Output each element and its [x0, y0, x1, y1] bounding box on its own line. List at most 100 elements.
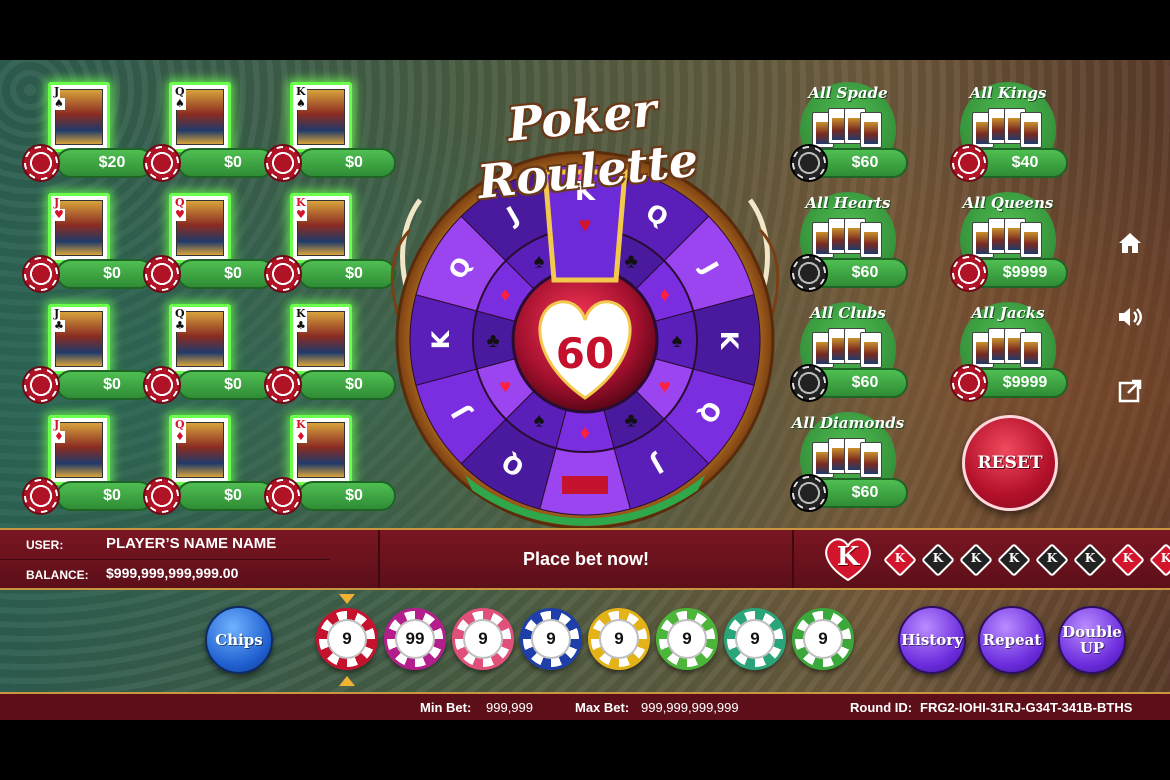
bet-chip-icon — [22, 366, 60, 404]
double-up-button[interactable]: Double UP — [1058, 606, 1126, 674]
double-up-label-line1: Double — [1062, 623, 1122, 641]
face-card[interactable]: J ♣ — [48, 304, 110, 374]
sound-icon[interactable] — [1112, 299, 1148, 335]
face-card[interactable]: Q ♥ — [169, 193, 231, 263]
balance-value: $999,999,999,999.00 — [106, 565, 239, 581]
wheel-suit-icon: ♠ — [534, 250, 545, 272]
chip-value: 9 — [803, 619, 843, 659]
face-card[interactable]: K ♦ — [290, 415, 352, 485]
chip-tray: Chips 9 99 9 9 9 9 9 9 History Repeat Double UP — [0, 590, 1170, 690]
history-result-rank: K — [932, 551, 944, 565]
mini-card — [1020, 332, 1042, 368]
info-bar: USER: PLAYER’S NAME NAME BALANCE: $999,9… — [0, 528, 1170, 590]
chips-button[interactable]: Chips — [205, 606, 273, 674]
bet-chip-icon — [264, 255, 302, 293]
face-card[interactable]: Q ♠ — [169, 82, 231, 152]
latest-result: K — [822, 536, 874, 582]
card-suit-icon: ♣ — [53, 319, 65, 332]
max-bet-value: 999,999,999,999 — [641, 700, 739, 715]
bet-cell[interactable]: Q ♣ $0 — [143, 304, 275, 404]
wheel-rank-label: K — [715, 331, 743, 351]
side-bet-cards — [812, 438, 886, 478]
mini-card — [860, 442, 882, 478]
bet-cell[interactable]: J ♥ $0 — [22, 193, 154, 293]
side-bet-cards — [812, 108, 886, 148]
side-bet-chip-icon — [790, 364, 828, 402]
card-suit-icon: ♦ — [174, 430, 186, 443]
bet-cell[interactable]: Q ♠ $0 — [143, 82, 275, 182]
card-suit-icon: ♦ — [53, 430, 65, 443]
side-bet[interactable]: All Queens $9999 — [950, 192, 1070, 302]
home-icon[interactable] — [1112, 225, 1148, 261]
side-bet-cards — [972, 218, 1046, 258]
chip-option[interactable]: 9 — [792, 608, 854, 670]
chip-option[interactable]: 9 — [656, 608, 718, 670]
bet-chip-icon — [143, 144, 181, 182]
bet-cell[interactable]: J ♣ $0 — [22, 304, 154, 404]
side-bet-title: All Diamonds — [791, 414, 905, 432]
side-bet-chip-icon — [950, 144, 988, 182]
side-bet[interactable]: All Clubs $60 — [790, 302, 910, 412]
bet-amount: $0 — [177, 148, 275, 178]
side-bet-title: All Queens — [962, 194, 1054, 212]
chip-option[interactable]: 99 — [384, 608, 446, 670]
round-id-label: Round ID: — [850, 700, 913, 715]
bet-cell[interactable]: K ♥ $0 — [264, 193, 396, 293]
bet-amount: $0 — [177, 370, 275, 400]
fullscreen-icon[interactable] — [1112, 373, 1148, 409]
bet-chip-icon — [143, 366, 181, 404]
game-area: J ♠ $20 Q ♠ $0 K ♠ $0 J ♥ $0 Q ♥ $0 K ♥ $0 J ♣ $0 Q ♣ $0 K ♣ $0 J ♦ $… — [0, 60, 1170, 720]
status-message: Place bet now! — [522, 549, 650, 569]
chip-option[interactable]: 9 — [588, 608, 650, 670]
wheel-suit-icon: ♥ — [499, 376, 511, 398]
chip-option[interactable]: 9 — [520, 608, 582, 670]
side-bet-title: All Clubs — [810, 304, 886, 322]
bet-cell[interactable]: J ♠ $20 — [22, 82, 154, 182]
min-bet-value: 999,999 — [486, 700, 533, 715]
bet-cell[interactable]: K ♣ $0 — [264, 304, 396, 404]
card-suit-icon: ♠ — [295, 97, 307, 110]
bet-cell[interactable]: J ♦ $0 — [22, 415, 154, 515]
face-card[interactable]: Q ♣ — [169, 304, 231, 374]
bet-cell[interactable]: Q ♥ $0 — [143, 193, 275, 293]
side-bet-cards — [812, 328, 886, 368]
side-bet-chip-icon — [950, 364, 988, 402]
side-bet[interactable]: All Spade $60 — [790, 82, 910, 192]
side-bet[interactable]: All Hearts $60 — [790, 192, 910, 302]
face-card[interactable]: K ♠ — [290, 82, 352, 152]
reset-button[interactable]: RESET — [962, 415, 1058, 511]
wheel-suit-icon: ♠ — [534, 410, 545, 432]
user-label: USER: — [26, 538, 64, 552]
card-suit-icon: ♣ — [295, 319, 307, 332]
bet-amount: $0 — [177, 481, 275, 511]
chip-option[interactable]: 9 — [316, 608, 378, 670]
roulette-wheel: K♥Q♣J♦K♠Q♥J♣K♦Q♠J♥K♣Q♦J♠ 60 K ♥ Poker Ro… — [380, 80, 790, 530]
bet-cell[interactable]: Q ♦ $0 — [143, 415, 275, 515]
footer-bar: Min Bet: 999,999 Max Bet: 999,999,999,99… — [0, 692, 1170, 720]
side-bet-cards — [812, 218, 886, 258]
history-result-rank: K — [1084, 551, 1096, 565]
face-card[interactable]: K ♥ — [290, 193, 352, 263]
chip-option[interactable]: 9 — [452, 608, 514, 670]
face-card[interactable]: J ♠ — [48, 82, 110, 152]
side-bet[interactable]: All Diamonds $60 — [790, 412, 910, 522]
face-card[interactable]: J ♥ — [48, 193, 110, 263]
wheel-suit-icon: ♦ — [660, 284, 670, 306]
mini-card — [860, 332, 882, 368]
face-card[interactable]: K ♣ — [290, 304, 352, 374]
bet-cell[interactable]: K ♠ $0 — [264, 82, 396, 182]
card-suit-icon: ♥ — [174, 208, 186, 221]
face-card[interactable]: Q ♦ — [169, 415, 231, 485]
chip-option[interactable]: 9 — [724, 608, 786, 670]
repeat-button[interactable]: Repeat — [978, 606, 1046, 674]
side-bet[interactable]: All Kings $40 — [950, 82, 1070, 192]
bet-amount: $0 — [56, 259, 154, 289]
side-bet-chip-icon — [790, 254, 828, 292]
side-bet[interactable]: All Jacks $9999 — [950, 302, 1070, 412]
history-result-rank: K — [1122, 551, 1134, 565]
bet-amount: $0 — [177, 259, 275, 289]
bet-cell[interactable]: K ♦ $0 — [264, 415, 396, 515]
card-suit-icon: ♦ — [295, 430, 307, 443]
face-card[interactable]: J ♦ — [48, 415, 110, 485]
history-button[interactable]: History — [898, 606, 966, 674]
